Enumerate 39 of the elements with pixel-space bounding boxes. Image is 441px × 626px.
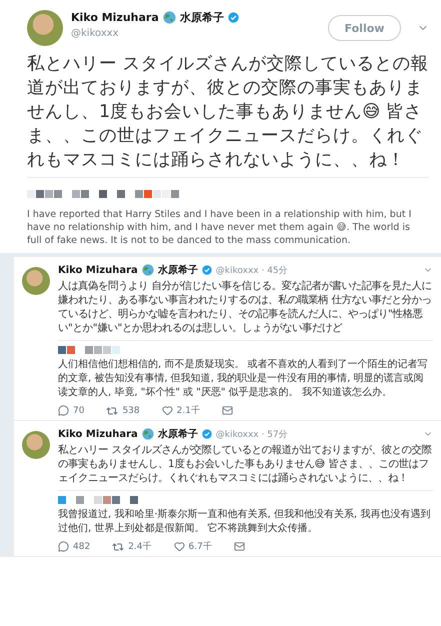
retweet-icon[interactable] [112,540,124,552]
globe-icon [142,264,154,276]
retweet-count: 2.4千 [128,540,152,553]
verified-icon [202,429,212,439]
display-name[interactable]: Kiko Mizuhara [58,264,138,276]
tweet-text: 私とハリー スタイルズさんが交際しているとの報道が出ておりますが、彼との交際の事実もありませんし、1度もお会いした事もありません😅 皆さま、、この世はフェイクニュースだらけ。くれぐれもマスコミには踊らされないように、、ね！ [27,53,429,172]
message-icon[interactable] [234,541,245,552]
tweet-text: 人は真偽を問うより 自分が信じたい事を信じる。変な記者が書いた記事を見た人に嫌われたり、ある事ない事言われたりするのは、私の職業柄 仕方ない事だと分かっているけど、明らかな嘘を言われたり、その記事を読んだ人に、やっぱり"性格悪い"とか"嫌い"とか思われるのは悲しい。しょうがない事だけど [58,279,432,335]
like-count: 2.1千 [176,404,200,417]
verified-icon [202,265,212,275]
display-name[interactable]: 水原希子 [158,427,198,441]
avatar[interactable] [27,10,63,46]
translation-text: I have reported that Harry Stiles and I have been in a relationship with him, but I have no relationship with him, and I have never met them again 😅. The world is full of fake news. It is not to be danced to the mass communication. [27,208,412,247]
handle-and-time: @kikoxxx · 57分 [216,428,288,440]
tweet-text: 私とハリー スタイルズさんが交際しているとの報道が出ておりますが、彼との交際の事実もありませんし、1度もお会いした事もありません😅 皆さま、、この世はフェイクニュースだらけ。くれぐれもマスコミには踊らされないように、、ね！ [58,443,432,485]
display-name[interactable]: Kiko Mizuhara [58,428,138,440]
avatar[interactable] [22,267,50,295]
pixelated-label-drawing [58,346,121,354]
globe-icon [162,11,176,24]
reply-icon[interactable] [58,541,69,552]
verified-icon [228,12,239,23]
globe-icon [142,428,154,440]
translation-text: 我曾报道过, 我和哈里·斯泰尔斯一直和他有关系, 但我和他没有关系, 我再也没有遇到过他们, 世界上到处都是假新闻。 它不将跳舞到大众传播。 [58,508,432,536]
handle-and-time: @kikoxxx · 45分 [216,264,288,276]
avatar[interactable] [22,431,50,459]
reply-icon[interactable] [58,405,69,416]
retweet-count: 538 [122,406,140,416]
translation-text: 人们相信他们想相信的, 而不是质疑现实。 或者不喜欢的人看到了一个陌生的记者写的文章, 被告知没有事情, 但我知道, 我的职业是一件没有用的事情, 明显的谎言或阅读文章的人, 毕竟, "坏个性" 或 "厌恶" 似乎是悲哀的。 我不知道该怎么办。 [58,358,429,400]
reply-count: 482 [73,542,90,552]
message-icon[interactable] [222,405,233,416]
handle: @kikoxxx [71,28,120,39]
display-name[interactable]: 水原希子 [158,263,198,277]
display-name[interactable]: Kiko Mizuhara [71,11,159,24]
like-icon[interactable] [162,405,173,416]
like-count: 6.7千 [188,540,212,553]
retweet-icon[interactable] [106,404,118,416]
like-icon[interactable] [174,541,185,552]
reply-count: 70 [73,406,84,416]
display-name[interactable]: 水原希子 [180,10,224,25]
